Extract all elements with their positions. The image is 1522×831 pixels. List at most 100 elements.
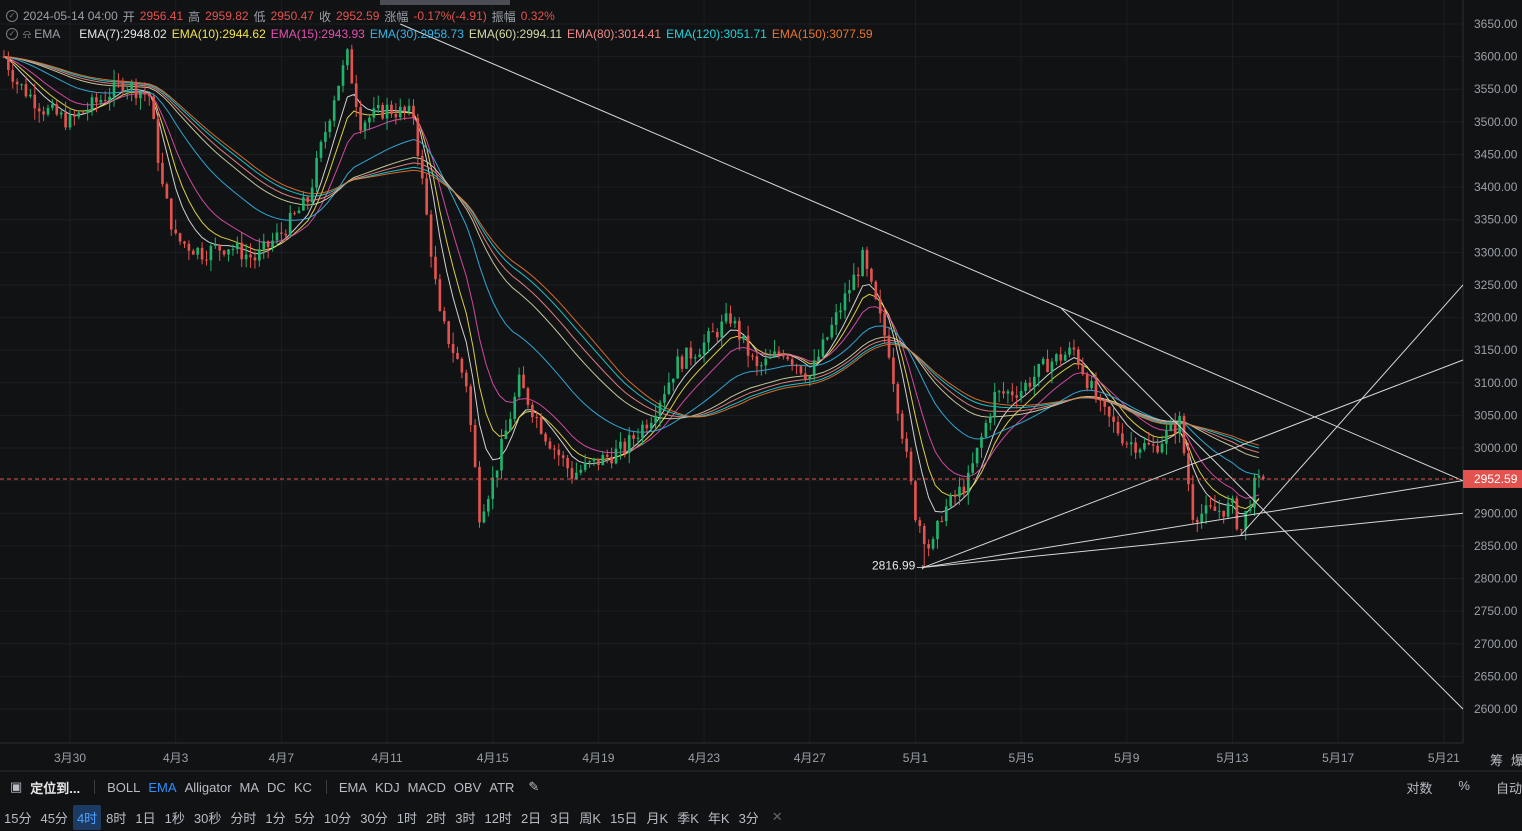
timeframe-button-0[interactable]: 15分 — [0, 805, 35, 830]
timeframe-button-3[interactable]: 8时 — [102, 805, 130, 830]
candle-body — [971, 463, 975, 473]
candle-body — [667, 382, 671, 395]
timeframe-button-19[interactable]: 15日 — [606, 805, 641, 830]
change-value: -0.17%(-4.91) — [413, 9, 487, 23]
scale-option-0[interactable]: 对数 — [1406, 778, 1432, 797]
timeframe-button-12[interactable]: 1时 — [393, 805, 421, 830]
candle-body — [782, 354, 785, 357]
candle-body — [209, 245, 213, 261]
candle-body — [742, 335, 746, 340]
candle-body — [1222, 510, 1225, 517]
indicator-button-1[interactable]: EMA — [148, 780, 176, 795]
candle-body — [33, 94, 37, 109]
locate-button[interactable]: 定位到... — [30, 778, 80, 797]
candle-body — [790, 359, 794, 365]
indicator-button-0[interactable]: BOLL — [107, 780, 140, 795]
timeframe-button-6[interactable]: 30秒 — [190, 805, 225, 830]
candle-body — [693, 357, 697, 359]
timeframe-button-22[interactable]: 年K — [704, 805, 734, 830]
timeframe-button-9[interactable]: 5分 — [291, 805, 319, 830]
timeframe-button-15[interactable]: 12时 — [480, 805, 515, 830]
sub-indicator-button-2[interactable]: MACD — [408, 780, 446, 795]
timeframe-button-5[interactable]: 1秒 — [161, 805, 189, 830]
candle-body — [1059, 354, 1063, 361]
alarm-icon-label[interactable]: ⍾ EMA — [23, 27, 65, 42]
candle-body — [438, 279, 442, 311]
x-tick-label: 4月7 — [269, 751, 295, 765]
timeframe-button-16[interactable]: 2日 — [517, 805, 545, 830]
candle-body — [676, 356, 679, 379]
indicator-button-4[interactable]: DC — [267, 780, 286, 795]
timeframe-button-1[interactable]: 45分 — [36, 805, 71, 830]
x-tick-label: 5月17 — [1322, 751, 1354, 765]
indicator-list: BOLL EMA Alligator MA DC KC — [107, 780, 320, 795]
candle-body — [20, 84, 23, 86]
sub-indicator-button-0[interactable]: EMA — [339, 780, 367, 795]
candle-body — [1125, 443, 1129, 445]
candle-body — [764, 358, 768, 366]
timeframe-button-4[interactable]: 1日 — [131, 805, 159, 830]
candle-body — [513, 396, 517, 419]
candle-body — [619, 441, 622, 449]
timeframe-button-2[interactable]: 4时 — [72, 804, 102, 830]
candle-body — [178, 233, 182, 242]
candle-body — [398, 106, 402, 118]
candle-body — [966, 472, 970, 494]
x-tick-label: 5月1 — [903, 751, 929, 765]
indicator-button-3[interactable]: MA — [240, 780, 260, 795]
candle-body — [302, 197, 305, 211]
side-tab-0[interactable]: 筹 — [1490, 750, 1503, 769]
candle-body — [737, 320, 741, 340]
sub-indicator-button-3[interactable]: OBV — [454, 780, 481, 795]
timeframe-bar: 15分 45分 4时 8时 1日 1秒 30秒 分时 1分 5分 10分 30分 1时 2时 3时 12时 2日… — [0, 803, 1522, 831]
candle-body — [390, 104, 393, 114]
timeframe-button-10[interactable]: 10分 — [320, 805, 355, 830]
timeframe-button-17[interactable]: 3日 — [546, 805, 574, 830]
candle-body — [865, 250, 869, 269]
side-tab-1[interactable]: 爆 — [1511, 750, 1522, 769]
visibility-toggle-icon[interactable]: ✓ — [6, 28, 18, 40]
timeframe-button-11[interactable]: 30分 — [356, 805, 391, 830]
indicator-button-5[interactable]: KC — [294, 780, 312, 795]
candle-body — [51, 104, 54, 108]
candle-body — [1134, 442, 1137, 453]
candle-body — [1046, 358, 1049, 373]
close-icon[interactable]: ✕ — [772, 809, 783, 825]
timeframe-button-18[interactable]: 周K — [575, 805, 605, 830]
price-chart[interactable]: 3650.00 3600.00 3550.00 3500.00 3450.00 3400.… — [0, 0, 1522, 772]
sub-indicator-button-1[interactable]: KDJ — [375, 780, 400, 795]
candle-body — [993, 392, 997, 417]
timeframe-button-14[interactable]: 3时 — [451, 805, 479, 830]
timeframe-button-21[interactable]: 季K — [673, 805, 703, 830]
trendline — [923, 359, 1464, 568]
candle-body — [1187, 453, 1190, 485]
candle-body — [517, 374, 521, 397]
candle-body — [711, 331, 715, 333]
trendline — [1060, 307, 1464, 710]
candle-body — [1143, 443, 1146, 450]
timeframe-button-8[interactable]: 1分 — [261, 805, 289, 830]
candle-body — [878, 299, 882, 314]
candle-body — [522, 374, 525, 389]
y-tick-label: 2700.00 — [1474, 637, 1518, 651]
scale-option-1[interactable]: % — [1458, 778, 1470, 797]
indicator-button-2[interactable]: Alligator — [185, 780, 232, 795]
timeframe-button-20[interactable]: 月K — [643, 805, 673, 830]
candle-body — [1191, 484, 1195, 520]
visibility-toggle-icon[interactable]: ✓ — [6, 10, 18, 22]
candle-body — [11, 69, 15, 82]
open-value: 2956.41 — [139, 9, 184, 23]
sub-indicator-button-4[interactable]: ATR — [489, 780, 514, 795]
candle-body — [1244, 511, 1248, 530]
candle-body — [575, 472, 578, 479]
calendar-icon[interactable]: ▣ — [10, 779, 22, 795]
scale-option-2[interactable]: 自动 — [1496, 778, 1522, 797]
timeframe-button-13[interactable]: 2时 — [422, 805, 450, 830]
candle-body — [55, 104, 59, 115]
candle-body — [319, 141, 323, 158]
edit-icon[interactable]: ✎ — [528, 779, 539, 795]
timeframe-button-7[interactable]: 分时 — [226, 805, 260, 830]
timeframe-button-23[interactable]: 3分 — [735, 805, 763, 830]
candle-body — [1129, 442, 1133, 445]
candle-body — [1169, 423, 1173, 431]
